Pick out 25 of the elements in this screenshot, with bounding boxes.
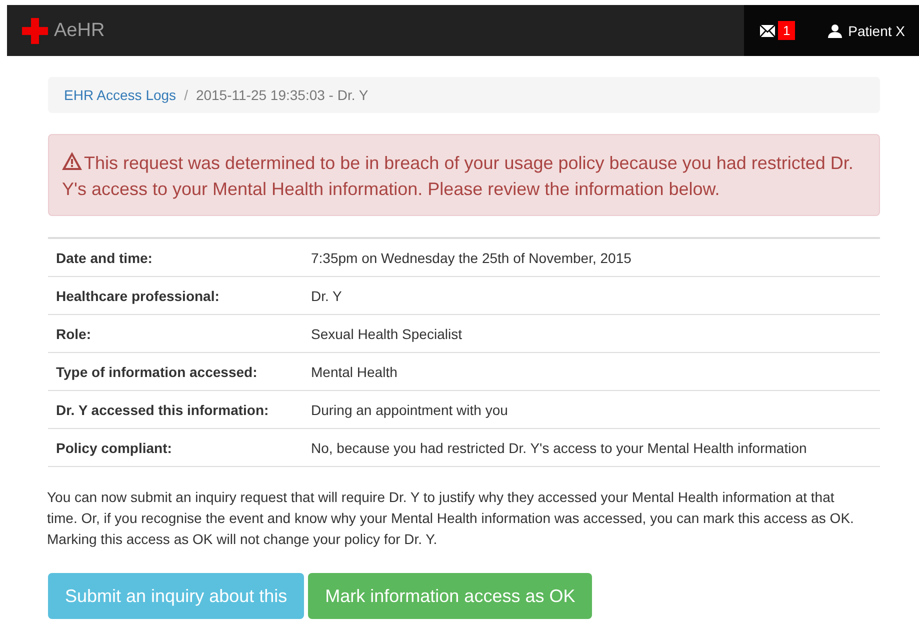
row-value: Dr. Y <box>303 276 880 314</box>
row-label: Type of information accessed: <box>48 352 303 390</box>
user-menu[interactable]: Patient X <box>828 22 905 38</box>
row-label: Role: <box>48 314 303 352</box>
medical-cross-icon <box>22 18 48 44</box>
row-label: Date and time: <box>48 238 303 276</box>
breadcrumb-link[interactable]: EHR Access Logs <box>64 87 176 103</box>
message-count-badge: 1 <box>778 21 796 40</box>
user-icon <box>828 24 842 38</box>
row-label: Healthcare professional: <box>48 276 303 314</box>
envelope-icon[interactable] <box>760 24 775 36</box>
row-value: Sexual Health Specialist <box>303 314 880 352</box>
row-label: Dr. Y accessed this information: <box>48 390 303 428</box>
brand-name[interactable]: AeHR <box>54 20 105 42</box>
breadcrumb-current: 2015-11-25 19:35:03 - Dr. Y <box>196 87 368 103</box>
row-value: 7:35pm on Wednesday the 25th of November, 2015 <box>303 238 880 276</box>
row-value: During an appointment with you <box>303 390 880 428</box>
breadcrumb-separator: / <box>184 87 188 103</box>
row-label: Policy compliant: <box>48 428 303 466</box>
warning-icon <box>62 152 82 170</box>
explanation-text: You can now submit an inquiry request that will require Dr. Y to justify why they accessed your Mental Health information at that time. Or, if you recognise the event and know why your Mental Health information was accessed, you can mark this access as OK. Marking this access as OK will not change your policy for Dr. Y. <box>47 488 855 549</box>
alert-message: This request was determined to be in breach of your usage policy because you had restricted Dr. Y's access to your Mental Health information. Please review the information below. <box>48 134 880 216</box>
row-value: Mental Health <box>303 352 880 390</box>
row-value: No, because you had restricted Dr. Y's access to your Mental Health information <box>303 428 880 466</box>
mark-ok-button[interactable]: Mark information access as OK <box>308 573 592 619</box>
